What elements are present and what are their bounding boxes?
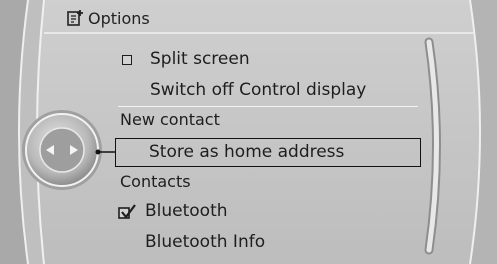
checkbox-unchecked-icon[interactable] bbox=[122, 55, 132, 65]
section-header-new-contact: New contact bbox=[120, 110, 220, 129]
menu-item-split-screen[interactable]: Split screen bbox=[118, 48, 418, 72]
screen-frame bbox=[0, 0, 497, 264]
options-screen: Options Split screen Switch off Control … bbox=[0, 0, 497, 264]
menu-item-bluetooth[interactable]: Bluetooth bbox=[118, 200, 418, 224]
page-title: Options bbox=[88, 9, 150, 28]
menu-item-label: Bluetooth Info bbox=[145, 232, 266, 252]
menu-item-label: Bluetooth bbox=[145, 201, 228, 221]
menu-item-label: Switch off Control display bbox=[150, 80, 367, 100]
divider bbox=[118, 106, 418, 107]
options-edit-icon bbox=[66, 8, 86, 31]
menu-item-switch-off-display[interactable]: Switch off Control display bbox=[118, 79, 418, 103]
menu-item-bluetooth-info[interactable]: Bluetooth Info bbox=[118, 231, 418, 255]
menu-item-store-home-address[interactable]: Store as home address bbox=[115, 138, 421, 167]
menu-item-label: Split screen bbox=[150, 49, 250, 69]
menu-item-label: Store as home address bbox=[149, 142, 345, 162]
section-header-contacts: Contacts bbox=[120, 172, 191, 191]
checkbox-checked-icon[interactable] bbox=[118, 204, 138, 223]
